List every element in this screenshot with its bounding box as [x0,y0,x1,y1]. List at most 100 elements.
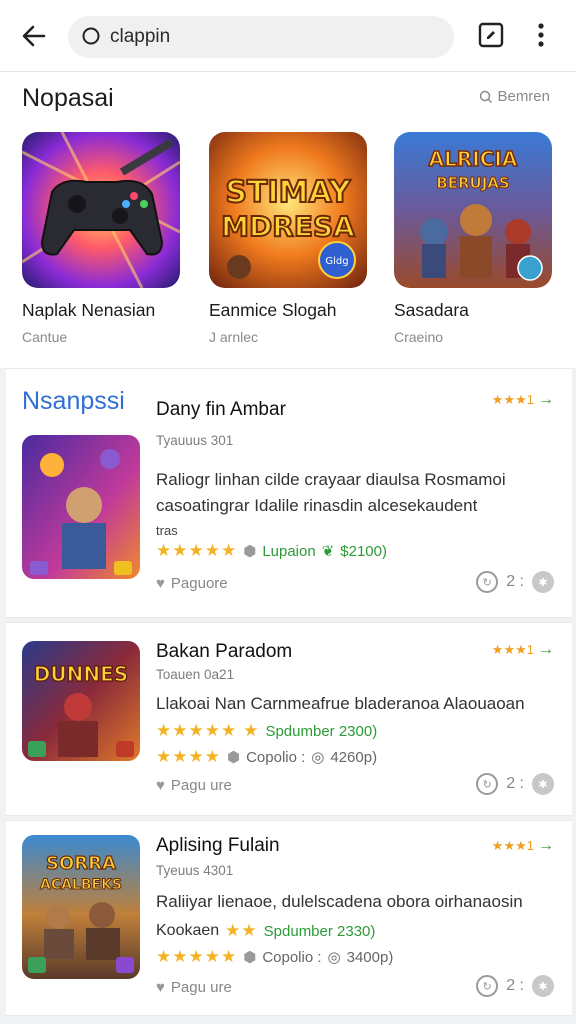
app-footer: ♥ Pagu ure [156,777,232,794]
price-label: $2100) [340,542,387,560]
app-mini-rating[interactable]: ★★★1 → [492,641,554,659]
desc-lead: Kookaen [156,922,220,939]
svg-text:SORRA: SORRA [46,853,116,874]
featured-sub: J arnlec [209,329,259,345]
shield-icon: ⬢ [243,949,257,966]
arrow-right-icon: → [538,837,554,854]
more-vertical-icon [538,23,544,47]
rating-row: ★★★★★ ★ Spdumber 2300) [156,721,377,741]
action-count: 2 : [506,775,524,792]
rating-row: ★★★★ ⬢ Copolio : ◎ 4260p) [156,747,377,767]
app-artwork: DUNNES [22,641,140,761]
app-title: Bakan Paradom [156,641,293,662]
svg-text:ACALBEKS: ACALBEKS [40,877,122,893]
app-description: Llakoai Nan Carnmeafrue bladeranoa Alaou… [156,694,525,713]
rating-row: Kookaen ★★ Spdumber 2330) [156,921,375,941]
app-footer: ♥ Pagu ure [156,979,232,996]
rating-stars: ★★★★★ [156,541,238,560]
app-list-item[interactable]: Nsanpssi Dany fin Ambar ★★★1 → Tyauuus 3… [6,368,572,618]
app-subtitle: Tyeuus 4301 [156,863,234,878]
shield-icon: ⬢ [243,543,257,560]
app-actions: ↻ 2 : ✱ [476,571,554,593]
featured-sub: Craeino [394,329,444,345]
mini-rating-stars: ★★★1 [491,838,534,853]
section-title: Nopasai [22,84,114,112]
svg-text:STIMAY: STIMAY [225,175,351,210]
featured-sub: Cantue [22,329,68,345]
featured-card-1[interactable]: Naplak Nenasian Cantue [22,132,182,345]
edit-square-icon [478,22,504,48]
featured-section: Nopasai Bemren Naplak Nenasian Cantue ST… [0,72,576,368]
search-input[interactable] [110,26,410,48]
heart-icon[interactable]: ♥ [156,979,165,996]
heart-icon[interactable]: ♥ [156,777,165,794]
app-list-item[interactable]: Aplising Fulain ★★★1 → SORRA ACALBEKS Ty… [6,820,572,1016]
action-count: 2 : [506,573,524,590]
see-more-label: Bemren [497,88,550,105]
gear-icon[interactable]: ✱ [532,975,554,997]
rating-label: Copolio : [246,748,306,766]
top-app-bar [0,0,576,72]
gear-icon[interactable]: ✱ [532,571,554,593]
app-description: Raliogr linhan cilde crayaar diaulsa Ros… [156,470,506,515]
featured-name: Sasadara [394,300,469,320]
svg-text:MDRESA: MDRESA [221,210,355,243]
rating-label: Spdumber 2330) [263,922,376,940]
search-icon [480,90,493,103]
svg-text:Gldg: Gldg [325,256,348,267]
search-bar[interactable] [68,16,454,58]
app-description: Raliiyar lienaoe, dulelscadena obora oir… [156,892,523,911]
svg-text:DUNNES: DUNNES [34,662,128,686]
more-options-button[interactable] [526,18,556,52]
app-artwork [22,435,140,579]
featured-card-3[interactable]: ALRICIA BERUJAS Sasadara Craeino [394,132,554,345]
action-count: 2 : [506,977,524,994]
footer-label: Pagu ure [170,979,232,996]
app-title: Dany fin Ambar [156,399,286,420]
app-footer: ♥ Paguore [156,575,228,592]
featured-name: Eanmice Slogah [209,300,337,320]
share-icon[interactable]: ↻ [476,975,499,997]
mini-rating-stars: ★★★1 [491,642,534,657]
app-subtitle: Toauen 0a21 [156,667,235,682]
app-title: Aplising Fulain [156,835,280,856]
price-label: 4260p) [330,748,378,766]
featured-name: Naplak Nenasian [22,300,156,320]
arrow-right-icon: → [538,641,554,658]
footer-label: Paguore [170,575,228,592]
rating-stars: ★★★★★ [156,947,238,966]
battle-artwork: ALRICIA BERUJAS [394,132,552,288]
rating-label: Copolio : [262,948,322,966]
star-icon: ★ [243,721,260,740]
back-button[interactable] [14,16,54,56]
featured-card-2[interactable]: STIMAY MDRESA Gldg Eanmice Slogah J arnl… [209,132,369,345]
rating-stars: ★★★★★ [156,721,238,740]
list-section-label: Nsanpssi [22,387,125,415]
app-actions: ↻ 2 : ✱ [476,773,554,795]
rating-row: ★★★★★ ⬢ Lupaion ❦ $2100) [156,541,387,561]
rating-row: ★★★★★ ⬢ Copolio : ◎ 3400p) [156,947,393,967]
app-artwork: SORRA ACALBEKS [22,835,140,979]
title-artwork: STIMAY MDRESA Gldg [209,132,367,288]
see-more-link[interactable]: Bemren [479,88,550,105]
app-mini-rating[interactable]: ★★★1 → [492,837,554,855]
search-icon [80,26,102,48]
share-icon[interactable]: ↻ [476,571,499,593]
rating-label: Lupaion [262,542,316,560]
app-actions: ↻ 2 : ✱ [476,975,554,997]
svg-text:ALRICIA: ALRICIA [429,147,518,171]
rating-stars: ★★ [225,921,258,940]
app-list-item[interactable]: Bakan Paradom ★★★1 → DUNNES Toauen 0a21 … [6,622,572,816]
info-circle-icon: ◎ [327,949,341,966]
info-circle-icon: ◎ [311,749,325,766]
shield-icon: ⬢ [226,749,241,766]
gear-icon[interactable]: ✱ [532,773,554,795]
footer-label: Pagu ure [170,777,232,794]
svg-text:BERUJAS: BERUJAS [436,174,509,192]
share-icon[interactable]: ↻ [476,773,499,795]
rating-label: Spdumber 2300) [265,722,378,740]
rating-stars: ★★★★ [156,747,221,766]
app-mini-rating[interactable]: ★★★1 → [492,391,554,409]
heart-icon[interactable]: ♥ [156,575,165,592]
edit-button[interactable] [474,18,508,52]
